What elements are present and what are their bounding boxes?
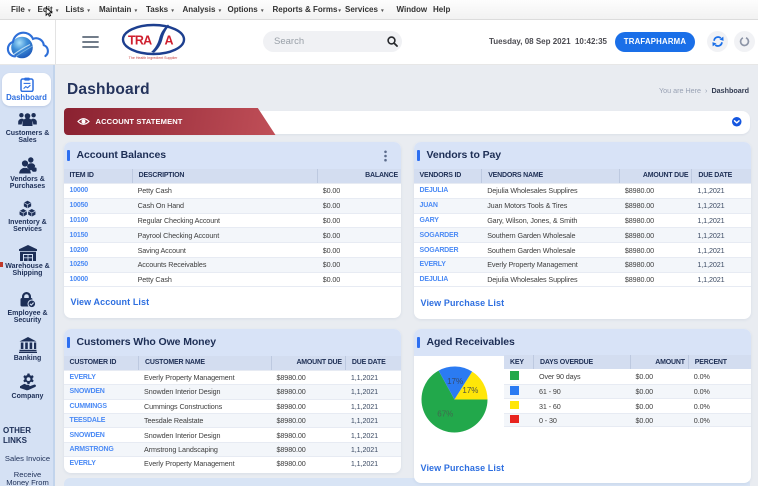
svg-text:17%: 17%: [462, 386, 478, 395]
svg-text:67%: 67%: [437, 409, 453, 418]
svg-text:TRA: TRA: [128, 34, 152, 48]
svg-text:The Health Ingredient Supplier: The Health Ingredient Supplier: [129, 56, 179, 60]
svg-text:17%: 17%: [447, 377, 463, 386]
svg-text:A: A: [165, 34, 174, 48]
